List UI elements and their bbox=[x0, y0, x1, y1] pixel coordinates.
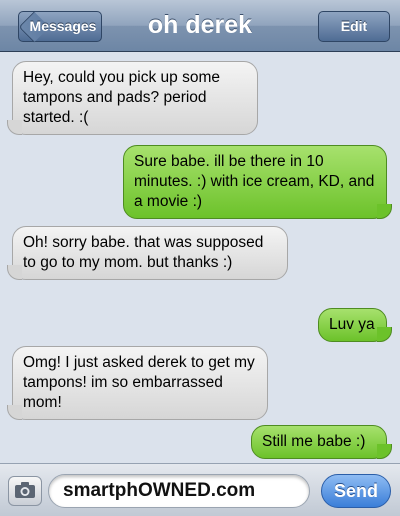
message-bubble-incoming[interactable]: Oh! sorry babe. that was supposed to go … bbox=[7, 226, 288, 280]
message-bubble-outgoing[interactable]: Luv ya bbox=[318, 308, 392, 342]
back-button-label: Messages bbox=[29, 18, 97, 34]
camera-icon bbox=[15, 482, 35, 498]
edit-button[interactable]: Edit bbox=[318, 11, 390, 42]
message-text: Sure babe. ill be there in 10 minutes. :… bbox=[134, 153, 375, 210]
compose-toolbar: smartphOWNED.com Send bbox=[0, 463, 400, 516]
message-text: Still me babe :) bbox=[262, 433, 366, 450]
message-bubble-incoming[interactable]: Omg! I just asked derek to get my tampon… bbox=[7, 346, 268, 420]
message-text: Oh! sorry babe. that was supposed to go … bbox=[23, 234, 264, 271]
message-bubble-outgoing[interactable]: Sure babe. ill be there in 10 minutes. :… bbox=[123, 145, 392, 219]
message-bubble-incoming[interactable]: Hey, could you pick up some tampons and … bbox=[7, 61, 258, 135]
message-input[interactable]: smartphOWNED.com bbox=[48, 474, 310, 508]
message-text: Hey, could you pick up some tampons and … bbox=[23, 69, 221, 126]
send-button[interactable]: Send bbox=[321, 474, 391, 508]
message-bubble-outgoing[interactable]: Still me babe :) bbox=[251, 425, 392, 459]
message-thread[interactable]: Hey, could you pick up some tampons and … bbox=[0, 53, 400, 461]
camera-button[interactable] bbox=[8, 476, 42, 506]
back-button[interactable]: Messages bbox=[18, 11, 102, 43]
message-text: Luv ya bbox=[329, 316, 375, 333]
navigation-bar: Messages oh derek Edit bbox=[0, 0, 400, 52]
message-text: Omg! I just asked derek to get my tampon… bbox=[23, 354, 255, 411]
